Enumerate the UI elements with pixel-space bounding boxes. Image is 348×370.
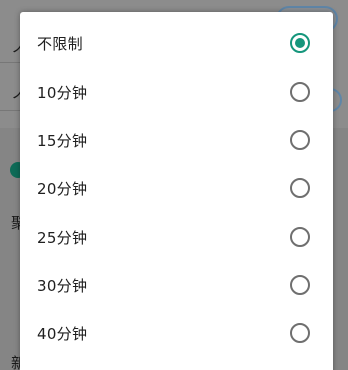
radio-button-checked[interactable] [290,33,310,53]
option-40-minutes[interactable]: 40分钟 [20,309,333,357]
option-25-minutes[interactable]: 25分钟 [20,213,333,261]
option-label: 20分钟 [37,179,88,198]
option-label: 15分钟 [37,131,88,150]
background-divider [0,110,20,111]
radio-button[interactable] [290,82,310,102]
option-15-minutes[interactable]: 15分钟 [20,116,333,164]
time-limit-dialog: 不限制 10分钟 15分钟 20分钟 25分钟 30分钟 40分钟 [20,12,333,370]
radio-button[interactable] [290,275,310,295]
option-label: 10分钟 [37,83,88,102]
radio-button[interactable] [290,227,310,247]
option-label: 不限制 [37,34,83,53]
option-label: 40分钟 [37,324,88,343]
radio-button[interactable] [290,323,310,343]
radio-button[interactable] [290,178,310,198]
option-10-minutes[interactable]: 10分钟 [20,68,333,116]
radio-button[interactable] [290,130,310,150]
option-label: 30分钟 [37,276,88,295]
option-label: 25分钟 [37,228,88,247]
background-divider [0,62,20,63]
option-30-minutes[interactable]: 30分钟 [20,261,333,309]
option-20-minutes[interactable]: 20分钟 [20,164,333,212]
option-unlimited[interactable]: 不限制 [20,19,333,67]
